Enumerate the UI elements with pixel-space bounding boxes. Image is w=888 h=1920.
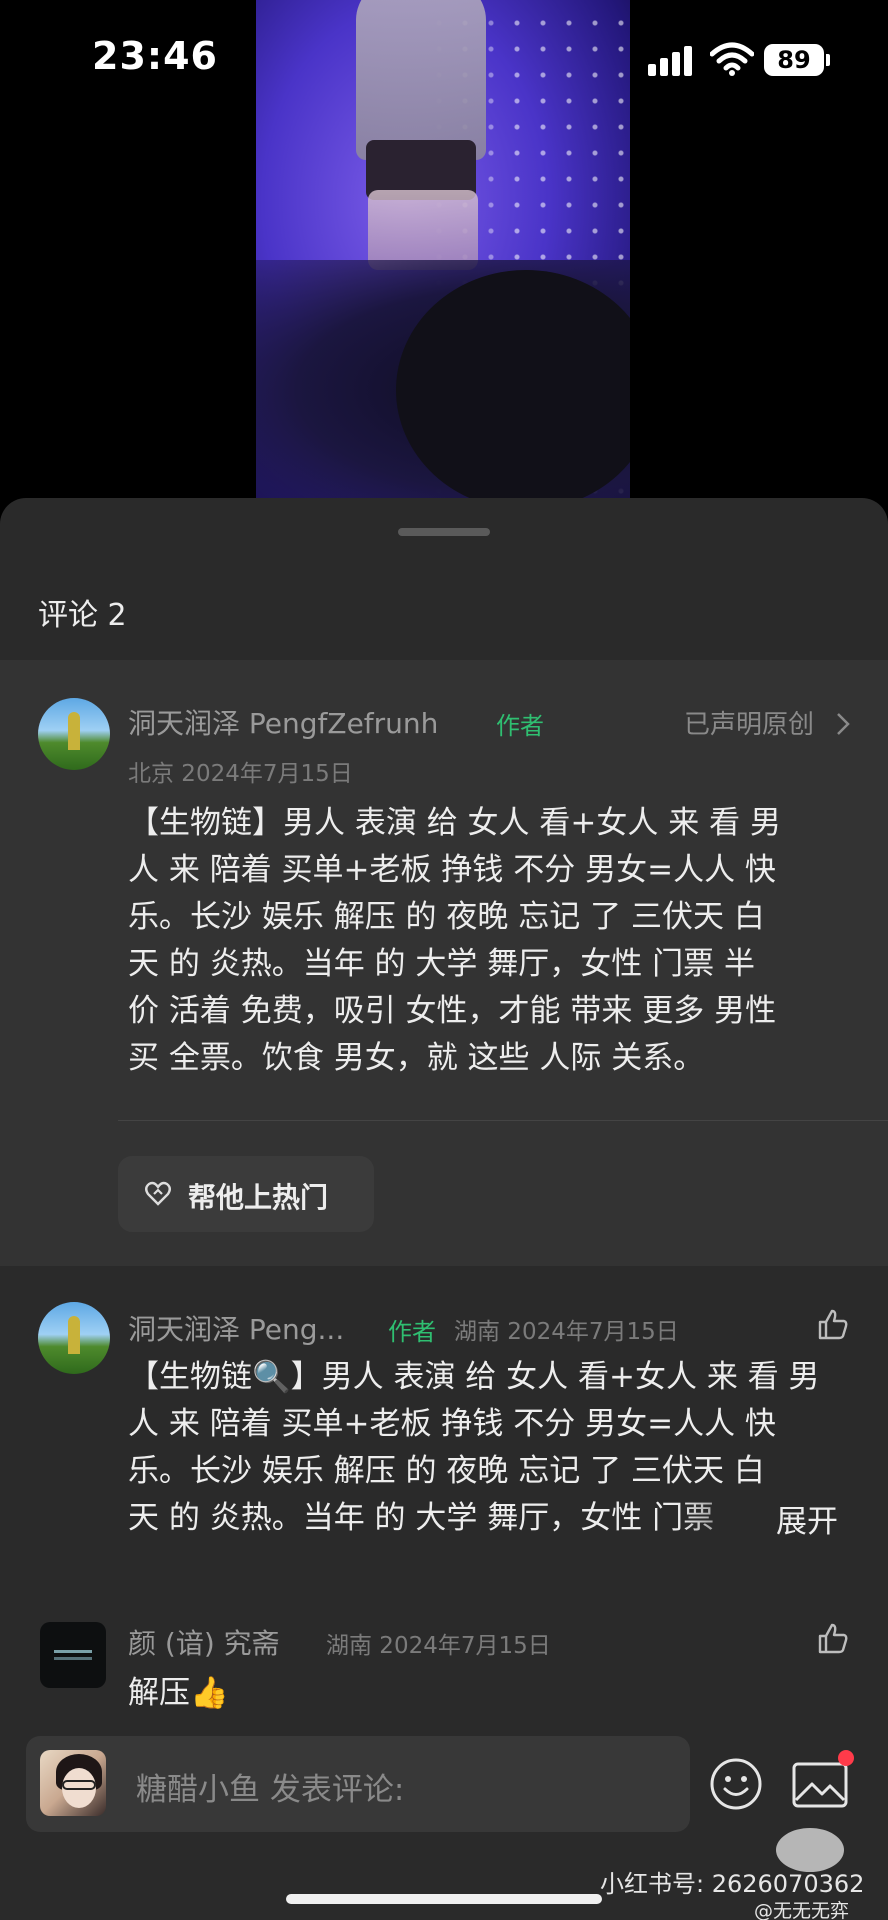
cellular-signal-icon [648,46,692,76]
boost-hot-label: 帮他上热门 [188,1181,329,1214]
status-bar: 23:46 89 [0,0,888,110]
comment-sheet: 评论 2 洞天润泽 PengfZefrunh 作者 已声明原创 北京 2024年… [0,498,888,1920]
my-avatar [40,1750,106,1816]
avatar[interactable] [38,1302,110,1374]
chevron-right-icon [837,713,850,735]
notification-dot [838,1750,854,1766]
performer-legs [368,190,478,270]
clock: 23:46 [92,34,218,78]
expand-button[interactable]: 展开 [776,1496,838,1541]
comment-meta: 湖南 2024年7月15日 [326,1633,551,1659]
commenter-name[interactable]: 洞天润泽 PengfZefrunh [128,702,438,742]
comment-line: 买 全票。饮食 男女，就 这些 人际 关系。 [128,1040,705,1076]
comment-line: 天 的 炎热。当年 的 大学 舞厅，女性 门票 半 [128,946,755,982]
watermark-id: 小红书号: 2626070362 [600,1870,865,1898]
watermark-handle: @无无无弈 [754,1900,850,1920]
home-indicator[interactable] [286,1894,602,1904]
boost-hot-button[interactable]: 帮他上热门 [118,1156,374,1232]
emoji-icon[interactable] [708,1756,764,1812]
author-badge: 作者 [388,1318,436,1346]
author-badge: 作者 [496,712,544,740]
comment-body: 【生物链】男人 表演 给 女人 看+女人 来 看 男 人 来 陪着 买单+老板 … [128,800,781,1082]
comment-line: 乐。长沙 娱乐 解压 的 夜晚 忘记 了 三伏天 白 [128,899,765,935]
drag-handle[interactable] [398,528,490,536]
battery-indicator: 89 [764,44,824,76]
comment-meta: 湖南 2024年7月15日 [454,1319,679,1345]
commenter-name[interactable]: 颜 (谙) 究斋 [128,1622,280,1662]
heart-boost-icon [145,1181,171,1206]
divider [118,1120,888,1121]
comment-line: 价 活着 免费，吸引 女性，才能 带来 更多 男性 [128,993,777,1029]
like-icon[interactable] [816,1622,850,1656]
comment-line: 人 来 陪着 买单+老板 挣钱 不分 男女=人人 快 [128,1406,776,1442]
comment-input-bar: 糖醋小鱼 发表评论: 小红书号: 2626070362 @无无无弈 [0,1710,888,1920]
comment-line: 【生物链🔍】男人 表演 给 女人 看+女人 来 看 男 [128,1359,820,1395]
comment-placeholder: 糖醋小鱼 发表评论: [136,1772,405,1808]
comment-line: 人 来 陪着 买单+老板 挣钱 不分 男女=人人 快 [128,852,776,888]
comment-meta: 北京 2024年7月15日 [128,761,353,787]
comment-line: 【生物链】男人 表演 给 女人 看+女人 来 看 男 [128,805,781,841]
wifi-icon [710,42,754,76]
commenter-name[interactable]: 洞天润泽 Peng... [128,1308,344,1348]
original-declared-link[interactable]: 已声明原创 [684,704,814,741]
battery-tip [826,54,830,66]
comments-title: 评论 2 [38,598,127,633]
comment-input[interactable]: 糖醋小鱼 发表评论: [26,1736,690,1832]
text-fade [680,1496,770,1542]
avatar[interactable] [38,698,110,770]
like-icon[interactable] [816,1308,850,1342]
comment-line: 乐。长沙 娱乐 解压 的 夜晚 忘记 了 三伏天 白 [128,1453,765,1489]
avatar[interactable] [40,1622,106,1688]
